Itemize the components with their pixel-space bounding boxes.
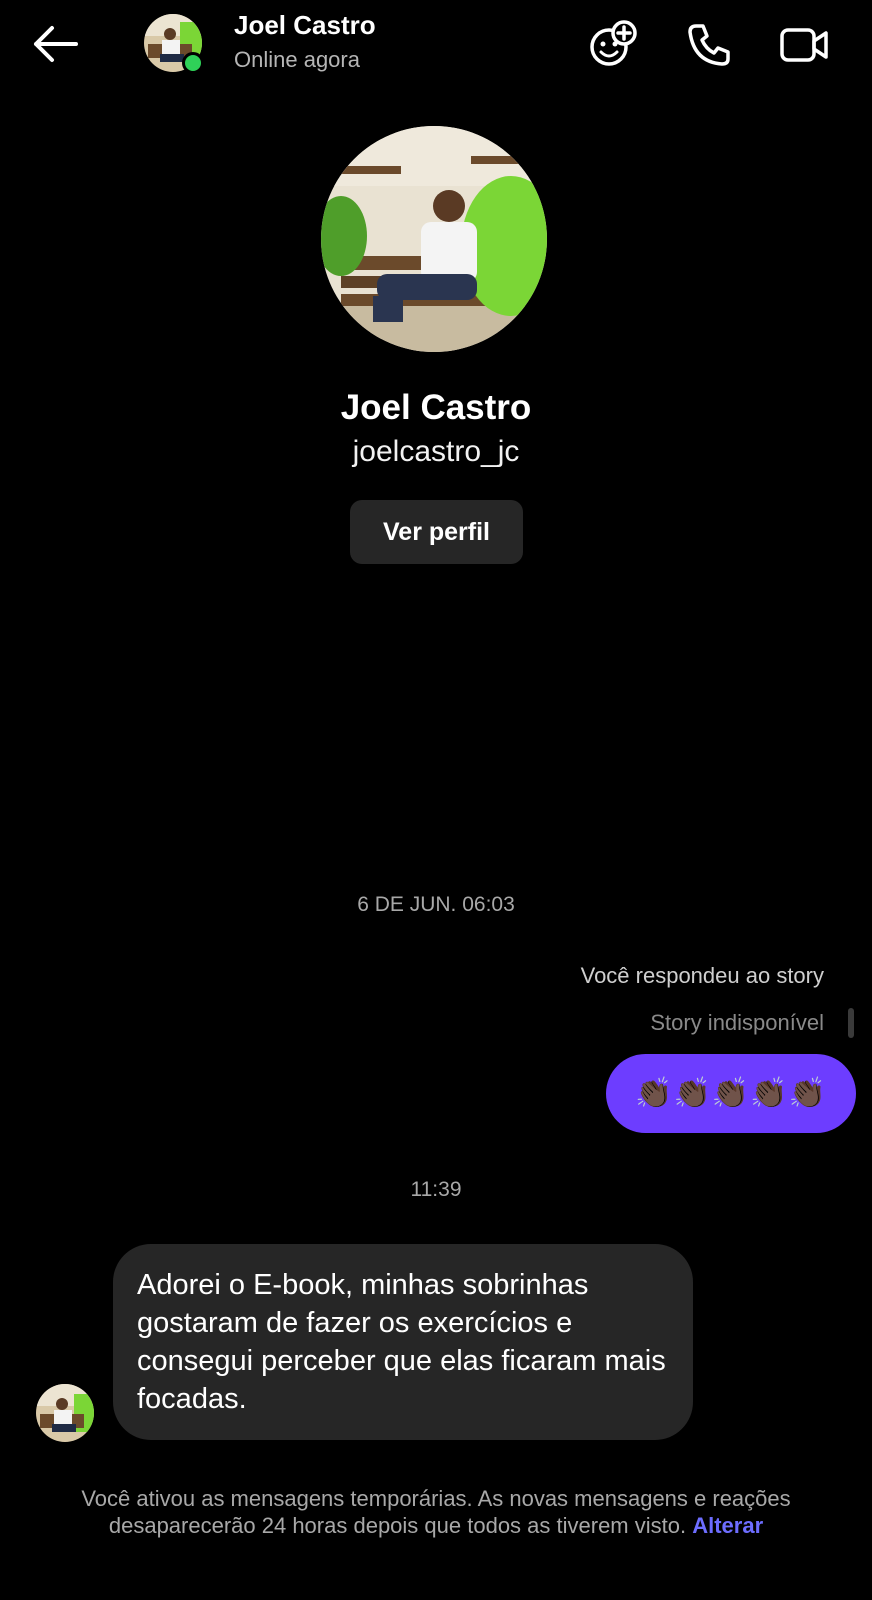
online-indicator	[182, 52, 204, 74]
view-profile-button[interactable]: Ver perfil	[350, 500, 523, 564]
story-reply-label: Você respondeu ao story	[580, 963, 824, 988]
message-timestamp: 6 DE JUN. 06:03	[357, 893, 515, 916]
video-icon	[780, 28, 828, 62]
voice-call-button[interactable]	[682, 18, 736, 72]
header-status: Online agora	[234, 47, 360, 72]
add-effect-button[interactable]	[586, 18, 640, 72]
header-contact-name[interactable]: Joel Castro	[234, 10, 376, 41]
message-timestamp: 11:39	[410, 1178, 462, 1201]
add-effect-icon	[590, 20, 637, 66]
video-call-button[interactable]	[778, 18, 832, 72]
profile-avatar[interactable]	[321, 126, 547, 352]
reply-indicator-bar	[848, 1008, 854, 1038]
change-settings-link[interactable]: Alterar	[692, 1513, 763, 1538]
story-unavailable-label: Story indisponível	[650, 1010, 824, 1035]
sent-message-bubble[interactable]: 👏🏿👏🏿👏🏿👏🏿👏🏿	[606, 1054, 856, 1133]
disappearing-messages-notice: Você ativou as mensagens temporárias. As…	[70, 1485, 802, 1539]
profile-name: Joel Castro	[340, 388, 532, 427]
sender-avatar[interactable]	[36, 1384, 94, 1442]
back-button[interactable]	[28, 22, 82, 66]
profile-username: joelcastro_jc	[352, 435, 520, 468]
back-arrow-icon	[34, 26, 78, 62]
phone-icon	[688, 24, 730, 66]
received-message-bubble[interactable]: Adorei o E-book, minhas sobrinhas gostar…	[113, 1244, 693, 1440]
notice-text: Você ativou as mensagens temporárias. As…	[81, 1486, 791, 1538]
